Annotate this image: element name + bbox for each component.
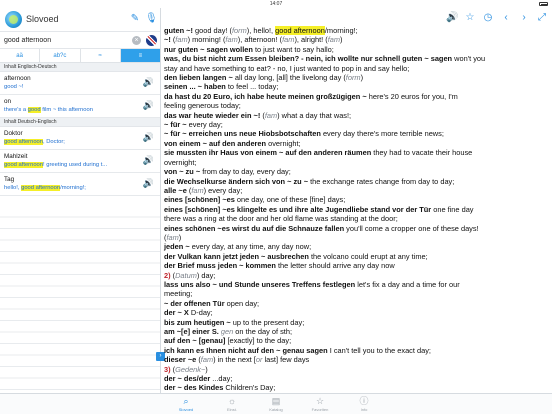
speaker-icon[interactable]: 🔊: [143, 77, 154, 88]
tab-info[interactable]: ⓘ Info: [344, 396, 384, 412]
handwriting-icon[interactable]: ✎: [129, 13, 141, 25]
entry-translation: good afternoon, Doctor;: [4, 139, 65, 145]
entry-translation: good ~!: [4, 84, 24, 90]
article-toolbar: 🔊 ☆ ◷ ‹ › ⤢: [446, 11, 548, 27]
speaker-icon[interactable]: 🔊: [143, 178, 154, 189]
status-bar: 14:07: [0, 0, 552, 8]
star-icon: ☆: [315, 396, 325, 406]
mode-tab-fulltext[interactable]: ≡: [120, 49, 160, 62]
list-item[interactable]: on there's a good film ~ this afternoon …: [0, 95, 160, 118]
tab-slovoed[interactable]: ⌕ Slovoed: [166, 396, 206, 412]
entry-translation: hello!, good afternoon/morning!;: [4, 185, 86, 191]
word-list-pane: Slovoed ✎ 🎙 × aä ab?c ≈ ≡ Inhalt Englisc…: [0, 8, 161, 393]
section-header-en-de: Inhalt Englisch-Deutsch: [0, 63, 160, 72]
speaker-icon[interactable]: 🔊: [446, 11, 458, 25]
forward-icon[interactable]: ›: [518, 11, 530, 25]
info-icon: ⓘ: [359, 396, 369, 406]
entry-translation: good afternoon! greeting used during t..…: [4, 162, 108, 168]
tab-favorites[interactable]: ☆ Favoriten: [300, 396, 340, 412]
fullscreen-icon[interactable]: ⤢: [536, 11, 548, 25]
battery-icon: [539, 2, 548, 6]
list-item[interactable]: Mahlzeit good afternoon! greeting used d…: [0, 150, 160, 173]
book-icon: ▤: [271, 396, 281, 406]
speaker-icon[interactable]: 🔊: [143, 100, 154, 111]
microphone-icon[interactable]: 🎙: [145, 13, 158, 25]
app-logo-icon: [5, 11, 22, 28]
list-item[interactable]: afternoon good ~! 🔊: [0, 72, 160, 95]
entry-translation: there's a good film ~ this afternoon: [4, 107, 93, 113]
language-flag-icon[interactable]: [146, 35, 157, 46]
search-mode-tabs: aä ab?c ≈ ≡: [0, 49, 160, 63]
search-icon: ⌕: [183, 396, 189, 406]
article-pane: 🔊 ☆ ◷ ‹ › ⤢ guten ~! good day! (form), h…: [162, 8, 552, 393]
empty-list-area: [0, 206, 160, 393]
entry-headword: Mahlzeit: [4, 153, 28, 160]
left-toolbar: Slovoed ✎ 🎙: [0, 8, 160, 32]
search-bar: ×: [0, 32, 160, 49]
app-title: Slovoed: [26, 14, 59, 24]
lightbulb-icon: ☼: [227, 396, 237, 406]
entry-headword: Tag: [4, 176, 15, 183]
back-icon[interactable]: ‹: [500, 11, 512, 25]
tab-catalog[interactable]: ▤ Katalog: [256, 396, 296, 412]
entry-headword: Doktor: [4, 130, 23, 137]
history-icon[interactable]: ◷: [482, 11, 494, 25]
clear-search-icon[interactable]: ×: [132, 36, 141, 45]
entry-headword: on: [4, 98, 12, 105]
speaker-icon[interactable]: 🔊: [143, 132, 154, 143]
status-time: 14:07: [269, 1, 283, 7]
mode-tab-alphabet[interactable]: aä: [0, 49, 41, 62]
list-item[interactable]: Doktor good afternoon, Doctor; 🔊: [0, 127, 160, 150]
tab-settings[interactable]: ☼ Einst.: [212, 396, 252, 412]
list-item[interactable]: Tag hello!, good afternoon/morning!; 🔊: [0, 173, 160, 196]
entry-headword: afternoon: [4, 75, 31, 82]
star-icon[interactable]: ☆: [464, 11, 476, 25]
speaker-icon[interactable]: 🔊: [143, 155, 154, 166]
bottom-tab-bar: ⌕ Slovoed ☼ Einst. ▤ Katalog ☆ Favoriten…: [0, 393, 552, 414]
search-input[interactable]: [4, 34, 129, 47]
mode-tab-fuzzy[interactable]: ≈: [81, 49, 121, 62]
section-header-de-en: Inhalt Deutsch-Englisch: [0, 118, 160, 127]
mode-tab-wildcard[interactable]: ab?c: [40, 49, 81, 62]
dictionary-article: guten ~! good day! (form), hello!, good …: [164, 26, 486, 393]
